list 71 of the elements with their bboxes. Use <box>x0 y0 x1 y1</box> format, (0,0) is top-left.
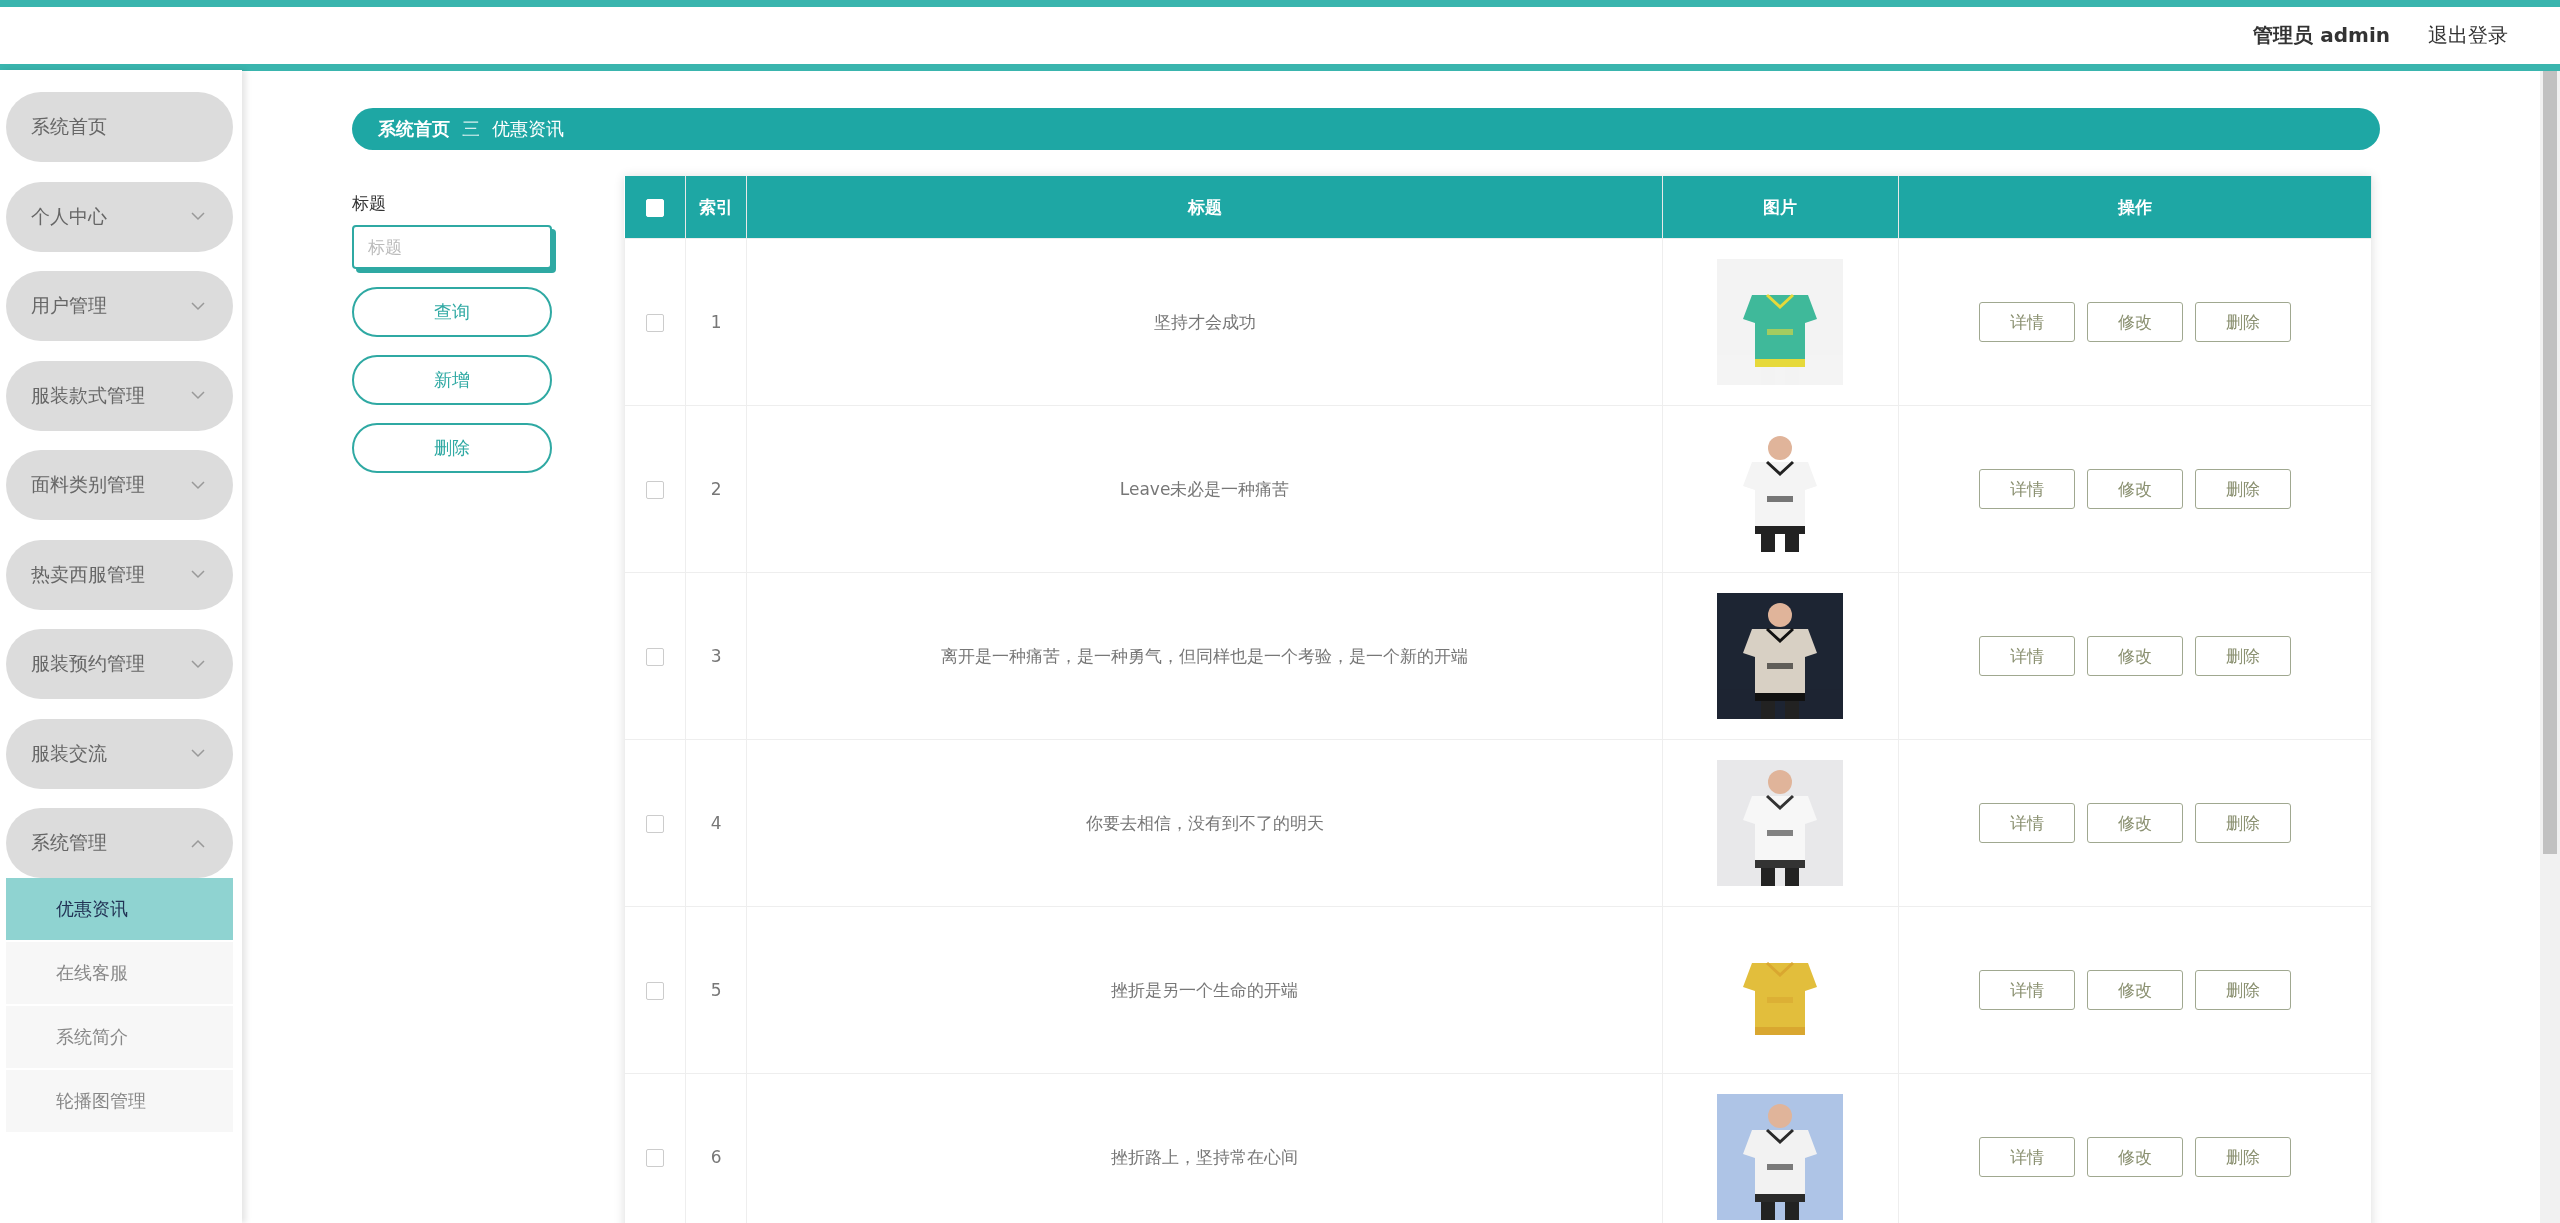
table-cell: 坚持才会成功 <box>746 238 1663 406</box>
field-label: 标题 <box>352 192 387 215</box>
menu-item[interactable]: 个人中心 <box>6 181 233 252</box>
menu-item[interactable]: 用户管理 <box>6 271 233 341</box>
submenu-item[interactable]: 优惠资讯 <box>6 878 233 940</box>
row-checkbox[interactable] <box>645 1149 664 1167</box>
table-cell: 离开是一种痛苦，是一种勇气，但同样也是一个考验，是一个新的开端 <box>746 572 1663 740</box>
menu-item[interactable]: 服装预约管理 <box>6 629 233 699</box>
chevron-down-icon <box>191 659 205 669</box>
detail-button[interactable]: 详情 <box>1978 970 2075 1010</box>
delete-button[interactable]: 删除 <box>2194 636 2291 676</box>
edit-button[interactable]: 修改 <box>2086 1137 2183 1177</box>
table-cell: 5 <box>685 906 747 1074</box>
row-checkbox[interactable] <box>645 481 664 499</box>
chevron-down-icon <box>191 301 205 311</box>
menu-item[interactable]: 系统首页 <box>6 92 233 162</box>
chevron-down-icon <box>191 480 205 490</box>
title-search-field[interactable]: 标题 <box>352 225 552 269</box>
edit-button[interactable]: 修改 <box>2086 803 2183 843</box>
submenu-item[interactable]: 系统简介 <box>6 1006 233 1068</box>
table-cell: 4 <box>685 739 747 907</box>
column-header: 标题 <box>746 176 1663 239</box>
add-button[interactable]: 新增 <box>352 355 552 405</box>
delete-button[interactable]: 删除 <box>2194 1137 2291 1177</box>
menu-item[interactable]: 系统管理 <box>6 808 233 878</box>
detail-button[interactable]: 详情 <box>1978 803 2075 843</box>
detail-button[interactable]: 详情 <box>1978 636 2075 676</box>
chevron-down-icon <box>191 570 205 579</box>
detail-button[interactable]: 详情 <box>1978 469 2075 509</box>
breadcrumb-link[interactable]: 系统首页 <box>378 117 450 141</box>
menu-item[interactable]: 面料类别管理 <box>6 450 233 520</box>
detail-button[interactable]: 详情 <box>1978 302 2075 342</box>
chevron-down-icon <box>191 749 205 758</box>
column-header: 索引 <box>685 176 747 239</box>
row-checkbox[interactable] <box>645 648 664 666</box>
breadcrumb-separator: 三 <box>462 117 480 141</box>
edit-button[interactable]: 修改 <box>2086 636 2183 676</box>
query-button[interactable]: 查询 <box>352 287 552 337</box>
chevron-up-icon <box>191 838 205 848</box>
table-cell: 你要去相信，没有到不了的明天 <box>746 739 1663 907</box>
menu-item[interactable]: 服装交流 <box>6 718 233 789</box>
select-all-checkbox[interactable] <box>645 199 664 217</box>
delete-button[interactable]: 删除 <box>2194 970 2291 1010</box>
submenu-item[interactable]: 轮播图管理 <box>6 1070 233 1132</box>
scrollbar[interactable] <box>2540 70 2560 1223</box>
breadcrumb-current: 优惠资讯 <box>492 117 564 141</box>
submenu-item[interactable]: 在线客服 <box>6 942 233 1004</box>
edit-button[interactable]: 修改 <box>2086 469 2183 509</box>
edit-button[interactable]: 修改 <box>2086 302 2183 342</box>
delete-button[interactable]: 删除 <box>2194 302 2291 342</box>
edit-button[interactable]: 修改 <box>2086 970 2183 1010</box>
detail-button[interactable]: 详情 <box>1978 1137 2075 1177</box>
chevron-down-icon <box>191 212 205 221</box>
row-checkbox[interactable] <box>645 815 664 833</box>
chevron-down-icon <box>191 391 205 400</box>
delete-button[interactable]: 删除 <box>2194 803 2291 843</box>
table-cell: 1 <box>685 238 747 406</box>
column-header: 图片 <box>1662 176 1899 239</box>
menu-item[interactable]: 热卖西服管理 <box>6 539 233 610</box>
table-cell: 挫折是另一个生命的开端 <box>746 906 1663 1074</box>
delete-button[interactable]: 删除 <box>352 423 552 473</box>
admin-label: 管理员 admin <box>2253 22 2390 49</box>
menu-item[interactable]: 服装款式管理 <box>6 360 233 431</box>
table-cell: Leave未必是一种痛苦 <box>746 405 1663 573</box>
table-cell: 2 <box>685 405 747 573</box>
row-checkbox[interactable] <box>645 982 664 1000</box>
column-header: 操作 <box>1898 176 2372 239</box>
delete-button[interactable]: 删除 <box>2194 469 2291 509</box>
row-checkbox[interactable] <box>645 314 664 332</box>
table-cell: 3 <box>685 572 747 740</box>
logout-link[interactable]: 退出登录 <box>2428 22 2508 49</box>
